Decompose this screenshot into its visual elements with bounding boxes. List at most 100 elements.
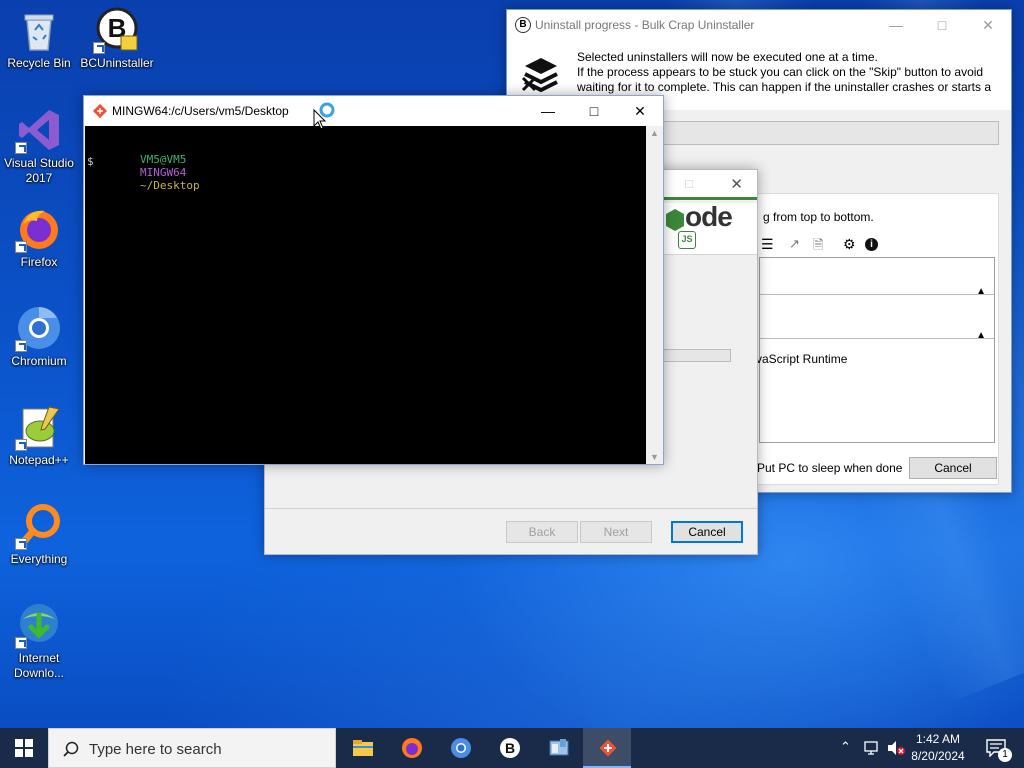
scroll-up-icon[interactable]: ▲ xyxy=(650,128,659,138)
message-line: Selected uninstallers will now be execut… xyxy=(577,50,878,64)
svg-text:B: B xyxy=(505,740,515,756)
taskbar-search-box[interactable]: Type here to search xyxy=(48,728,336,768)
uninstall-queue-list[interactable]: ▲ ▲ vaScript Runtime xyxy=(756,257,995,443)
terminal-prompt-line: VM5@VM5 MINGW64 ~/Desktop xyxy=(87,140,200,205)
taskbar-app-git-bash[interactable] xyxy=(583,728,631,768)
desktop-icon-label: Visual Studio 2017 xyxy=(4,156,74,185)
desktop-icon-label: Recycle Bin xyxy=(7,56,71,70)
chromium-icon xyxy=(451,738,471,758)
back-button[interactable]: Back xyxy=(506,521,578,543)
desktop-icon-label: Notepad++ xyxy=(9,453,69,467)
chromium-icon xyxy=(15,304,63,352)
desktop-icon-internet-download-manager[interactable]: Internet Downlo... xyxy=(2,601,76,681)
maximize-button[interactable]: □ xyxy=(571,96,617,126)
queue-toolbar: ☰ ↗ 🗎 ⚙ i xyxy=(761,236,891,254)
document-icon[interactable]: 🗎 xyxy=(813,236,823,258)
desktop-icon-label: Everything xyxy=(10,552,68,566)
minimize-button[interactable]: — xyxy=(873,10,919,40)
taskbar-clock[interactable]: 1:42 AM 8/20/2024 xyxy=(908,731,968,765)
terminal-output[interactable]: VM5@VM5 MINGW64 ~/Desktop $ xyxy=(85,126,646,464)
nodejs-logo-badge: JS xyxy=(678,231,696,249)
desktop-icon-label: Chromium xyxy=(11,354,67,368)
scroll-down-icon[interactable]: ▼ xyxy=(650,452,659,462)
info-icon[interactable]: i xyxy=(865,238,878,251)
nodejs-logo-text: ode xyxy=(685,201,733,232)
clock-time: 1:42 AM xyxy=(915,732,961,746)
firefox-icon xyxy=(15,205,63,253)
notification-center-button[interactable]: 1 xyxy=(978,728,1018,768)
desktop-icon-label: Firefox xyxy=(20,255,58,269)
chevron-up-icon[interactable]: ▲ xyxy=(976,286,986,297)
network-icon[interactable] xyxy=(862,740,880,756)
desktop-icon-firefox[interactable]: Firefox xyxy=(2,205,76,270)
desktop-icon-chromium[interactable]: Chromium xyxy=(2,304,76,369)
visual-studio-icon xyxy=(15,106,63,154)
search-icon xyxy=(63,741,79,757)
terminal-scrollbar[interactable]: ▲ ▼ xyxy=(646,126,663,464)
close-button[interactable]: ✕ xyxy=(617,96,663,126)
message-line: waiting for it to complete. This can hap… xyxy=(577,80,991,94)
close-button[interactable]: ✕ xyxy=(730,175,743,193)
maximize-button[interactable]: □ xyxy=(685,176,693,191)
desktop: Recycle Bin B BCUninstaller Visual Studi… xyxy=(0,0,1024,728)
prompt-env: MINGW64 xyxy=(139,166,187,179)
bcu-progress-title: Uninstall progress - Bulk Crap Uninstall… xyxy=(535,18,755,32)
file-explorer-icon xyxy=(353,740,373,756)
bcuninstaller-icon: B xyxy=(93,6,141,54)
message-line: If the process appears to be stuck you c… xyxy=(577,65,984,79)
bcuninstaller-icon: B xyxy=(515,17,531,33)
bcu-progress-titlebar[interactable]: B Uninstall progress - Bulk Crap Uninsta… xyxy=(507,10,1011,40)
git-bash-icon xyxy=(92,103,108,119)
maximize-button[interactable]: □ xyxy=(919,10,965,40)
notepad-plus-plus-icon xyxy=(15,403,63,451)
list-item[interactable] xyxy=(760,338,994,339)
recycle-bin-icon xyxy=(15,6,63,54)
list-item-text: vaScript Runtime xyxy=(756,352,848,366)
details-list-icon[interactable]: ☰ xyxy=(761,236,774,253)
taskbar-app-control-panel[interactable] xyxy=(534,728,582,768)
prompt-symbol: $ xyxy=(87,155,94,168)
prompt-path: ~/Desktop xyxy=(139,179,200,192)
bcuninstaller-icon: B xyxy=(500,738,520,758)
desktop-icon-recycle-bin[interactable]: Recycle Bin xyxy=(2,6,76,71)
terminal-title: MINGW64:/c/Users/vm5/Desktop xyxy=(112,104,289,118)
desktop-icon-everything[interactable]: Everything xyxy=(2,502,76,567)
sleep-when-done-label[interactable]: Put PC to sleep when done xyxy=(757,461,902,475)
open-external-icon[interactable]: ↗ xyxy=(789,236,800,252)
broom-stack-icon xyxy=(521,58,558,93)
everything-search-icon xyxy=(15,502,63,550)
git-bash-icon xyxy=(599,739,617,757)
desktop-icon-label: BCUninstaller xyxy=(80,56,154,70)
search-placeholder: Type here to search xyxy=(89,741,222,758)
start-button[interactable] xyxy=(0,728,48,768)
desktop-icon-bcuninstaller[interactable]: B BCUninstaller xyxy=(80,6,154,71)
desktop-icon-notepad-plus-plus[interactable]: Notepad++ xyxy=(2,403,76,468)
nodejs-progress-bar xyxy=(663,349,731,362)
notification-count-badge: 1 xyxy=(998,748,1012,762)
taskbar: Type here to search B ⌃ 1:42 AM 8/20/202… xyxy=(0,728,1024,768)
minimize-button[interactable]: — xyxy=(525,96,571,126)
terminal-window: MINGW64:/c/Users/vm5/Desktop — □ ✕ VM5@V… xyxy=(83,95,664,465)
next-button[interactable]: Next xyxy=(580,521,652,543)
taskbar-app-firefox[interactable] xyxy=(387,728,435,768)
taskbar-app-bcuninstaller[interactable]: B xyxy=(485,728,533,768)
taskbar-app-chromium[interactable] xyxy=(436,728,484,768)
busy-cursor-icon xyxy=(313,102,337,130)
close-button[interactable]: ✕ xyxy=(965,10,1011,40)
nodejs-logo-icon xyxy=(666,209,684,231)
terminal-titlebar[interactable]: MINGW64:/c/Users/vm5/Desktop — □ ✕ xyxy=(84,96,663,126)
desktop-icon-visual-studio[interactable]: Visual Studio 2017 xyxy=(2,106,76,186)
windows-logo-icon xyxy=(15,739,33,757)
taskbar-app-file-explorer[interactable] xyxy=(338,728,386,768)
firefox-icon xyxy=(402,738,422,758)
bcu-cancel-button[interactable]: Cancel xyxy=(909,457,997,479)
chevron-up-icon[interactable]: ▲ xyxy=(976,330,986,341)
nodejs-cancel-button[interactable]: Cancel xyxy=(671,521,743,543)
gear-icon[interactable]: ⚙ xyxy=(843,236,856,253)
desktop-icon-label: Internet Downlo... xyxy=(13,651,65,680)
prompt-user: VM5@VM5 xyxy=(139,153,187,166)
list-item[interactable] xyxy=(760,294,994,295)
chevron-up-icon[interactable]: ⌃ xyxy=(840,739,851,755)
control-panel-icon xyxy=(549,739,569,756)
volume-muted-icon[interactable] xyxy=(886,740,906,756)
